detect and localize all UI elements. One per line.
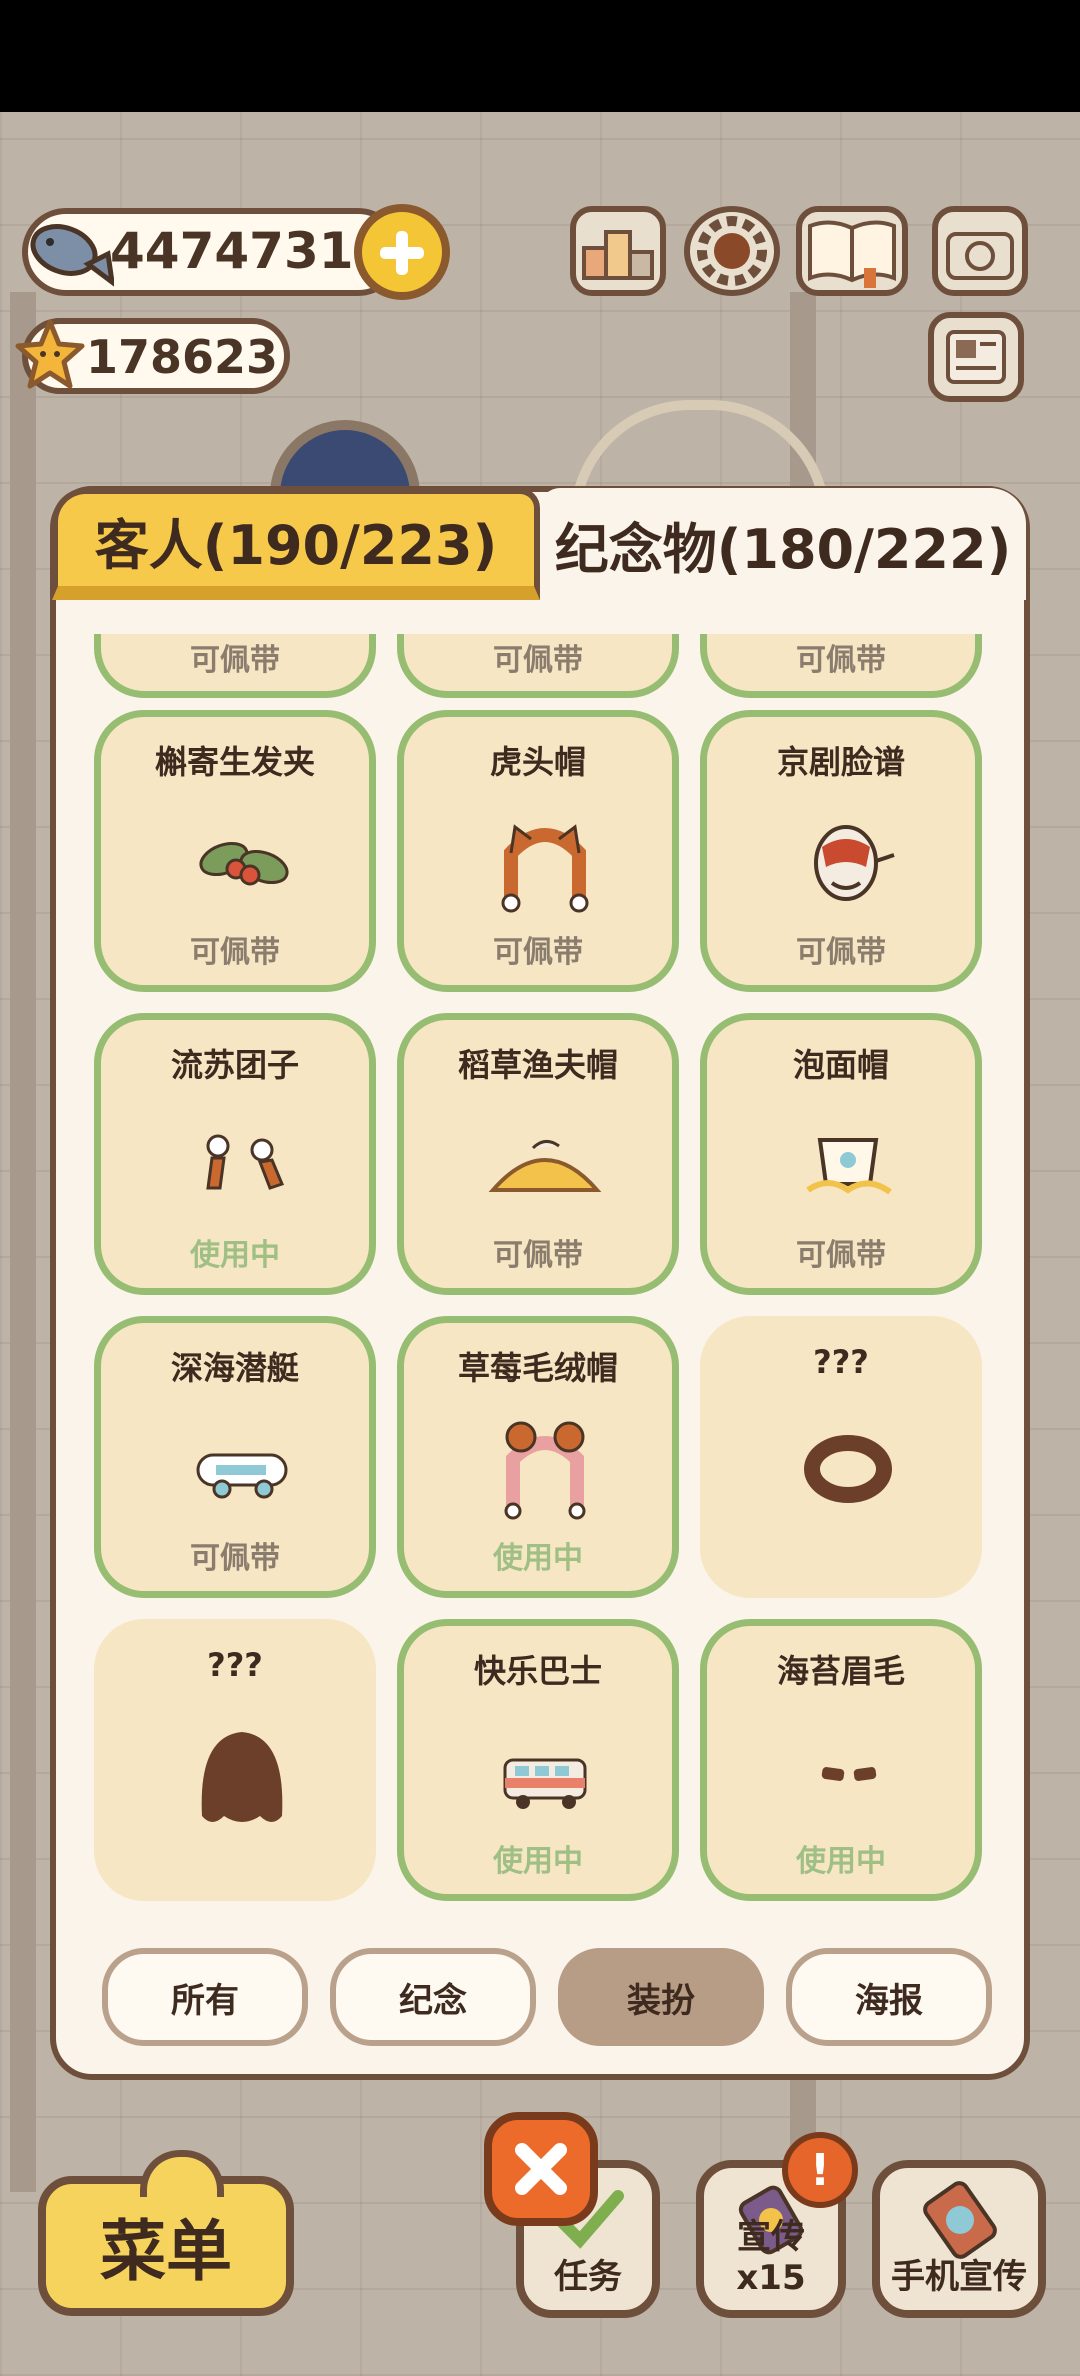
tab-souvenirs[interactable]: 纪念物(180/222) (540, 488, 1026, 600)
item-card-mistletoe-hairclip[interactable]: 槲寄生发夹 可佩带 (94, 710, 376, 992)
seaweed-eyebrows-icon (821, 1767, 877, 1781)
item-status: 使用中 (796, 1844, 886, 1879)
fish-icon (30, 224, 114, 287)
alert-badge: ! (782, 2132, 858, 2208)
item-status: 可佩带 (190, 643, 280, 678)
item-status: 可佩带 (190, 935, 280, 970)
phone-promo-button[interactable]: 手机宣传 (872, 2160, 1046, 2318)
gear-icon (697, 216, 767, 286)
item-name: ??? (207, 1646, 263, 1684)
menu-label: 菜单 (100, 2213, 232, 2290)
camera-icon (946, 232, 1014, 280)
item-name: 海苔眉毛 (776, 1652, 905, 1690)
close-button[interactable] (484, 2112, 598, 2226)
item-status: 可佩带 (796, 643, 886, 678)
scene-pillar (10, 292, 36, 2192)
filter-souvenir-button[interactable]: 纪念 (330, 1948, 536, 2046)
item-status: 使用中 (493, 1541, 583, 1576)
filter-all-button[interactable]: 所有 (102, 1948, 308, 2046)
item-card-partial[interactable]: 可佩带 (700, 634, 982, 698)
status-bar-area (0, 0, 1080, 112)
filter-label: 所有 (171, 1980, 239, 2021)
item-card-tiger-hat[interactable]: 虎头帽 可佩带 (397, 710, 679, 992)
noodle-hat-icon (806, 1138, 892, 1195)
item-name: ??? (813, 1343, 869, 1381)
catalog-book-button[interactable] (796, 206, 908, 296)
filter-label: 装扮 (627, 1980, 695, 2021)
happy-bus-icon (503, 1758, 587, 1809)
close-icon (515, 2143, 567, 2195)
filter-label: 纪念 (399, 1980, 467, 2021)
item-name: 稻草渔夫帽 (457, 1046, 618, 1084)
item-card-seaweed-eyebrows[interactable]: 海苔眉毛 使用中 (700, 1619, 982, 1901)
straw-fisher-hat-icon (488, 1140, 602, 1192)
item-card-partial[interactable]: 可佩带 (94, 634, 376, 698)
item-name: 流苏团子 (170, 1046, 299, 1084)
item-card-happy-bus[interactable]: 快乐巴士 使用中 (397, 1619, 679, 1901)
item-card-submarine[interactable]: 深海潜艇 可佩带 (94, 1316, 376, 1598)
tab-souvenirs-label: 纪念物(180/222) (554, 517, 1012, 581)
item-status: 可佩带 (493, 935, 583, 970)
opera-mask-icon (814, 825, 895, 901)
filter-label: 海报 (855, 1980, 923, 2021)
tab-guests[interactable]: 客人(190/223) (52, 488, 540, 600)
tiger-hat-icon (501, 824, 589, 913)
item-name: 泡面帽 (792, 1046, 889, 1084)
item-status: 可佩带 (796, 1238, 886, 1273)
item-name: 深海潜艇 (170, 1349, 299, 1387)
promo-label: 宣传x15 (736, 2217, 806, 2298)
camera-button[interactable] (932, 206, 1028, 296)
filter-dressup-button[interactable]: 装扮 (558, 1948, 764, 2046)
item-name: 快乐巴士 (473, 1652, 602, 1690)
ranking-button[interactable] (570, 206, 666, 296)
tassel-dumpling-icon (206, 1134, 285, 1190)
item-name: 草莓毛绒帽 (457, 1349, 618, 1387)
item-status: 可佩带 (190, 1541, 280, 1576)
menu-button[interactable]: 菜单 (38, 2150, 294, 2316)
podium-icon (582, 230, 654, 280)
locked-silhouette-hair-icon (201, 1732, 283, 1822)
star-icon (15, 319, 85, 389)
newspaper-button[interactable] (928, 312, 1024, 402)
book-icon (808, 220, 896, 288)
star-count: 178623 (86, 330, 279, 384)
mistletoe-hairclip-icon (199, 841, 289, 886)
item-card-locked[interactable]: ??? (700, 1316, 982, 1598)
item-status: 使用中 (493, 1844, 583, 1879)
item-status: 可佩带 (493, 643, 583, 678)
item-card-straw-fisher-hat[interactable]: 稻草渔夫帽 可佩带 (397, 1013, 679, 1295)
item-status: 可佩带 (796, 935, 886, 970)
submarine-icon (196, 1453, 288, 1499)
item-card-strawberry-hat[interactable]: 草莓毛绒帽 使用中 (397, 1316, 679, 1598)
item-name: 京剧脸谱 (776, 743, 905, 781)
item-card-partial[interactable]: 可佩带 (397, 634, 679, 698)
tab-guests-label: 客人(190/223) (94, 513, 498, 577)
add-fish-button[interactable] (354, 204, 450, 300)
task-label: 任务 (554, 2257, 622, 2297)
item-card-locked[interactable]: ??? (94, 1619, 376, 1901)
newspaper-icon (946, 330, 1006, 384)
item-status: 可佩带 (493, 1238, 583, 1273)
locked-silhouette-wreath-icon (804, 1435, 892, 1503)
item-status: 使用中 (190, 1238, 280, 1273)
item-card-tassel-dumpling[interactable]: 流苏团子 使用中 (94, 1013, 376, 1295)
filter-poster-button[interactable]: 海报 (786, 1948, 992, 2046)
item-name: 虎头帽 (489, 743, 586, 781)
item-grid[interactable]: 可佩带 可佩带 可佩带 槲寄生发夹 可佩带 虎头帽 可佩带 京剧脸谱 可佩带 流… (56, 634, 1022, 1914)
item-card-noodle-hat[interactable]: 泡面帽 可佩带 (700, 1013, 982, 1295)
phone-promo-label: 手机宣传 (891, 2257, 1027, 2297)
strawberry-hat-icon (504, 1421, 586, 1520)
settings-button[interactable] (684, 206, 780, 296)
item-card-opera-mask[interactable]: 京剧脸谱 可佩带 (700, 710, 982, 992)
item-name: 槲寄生发夹 (154, 743, 315, 781)
